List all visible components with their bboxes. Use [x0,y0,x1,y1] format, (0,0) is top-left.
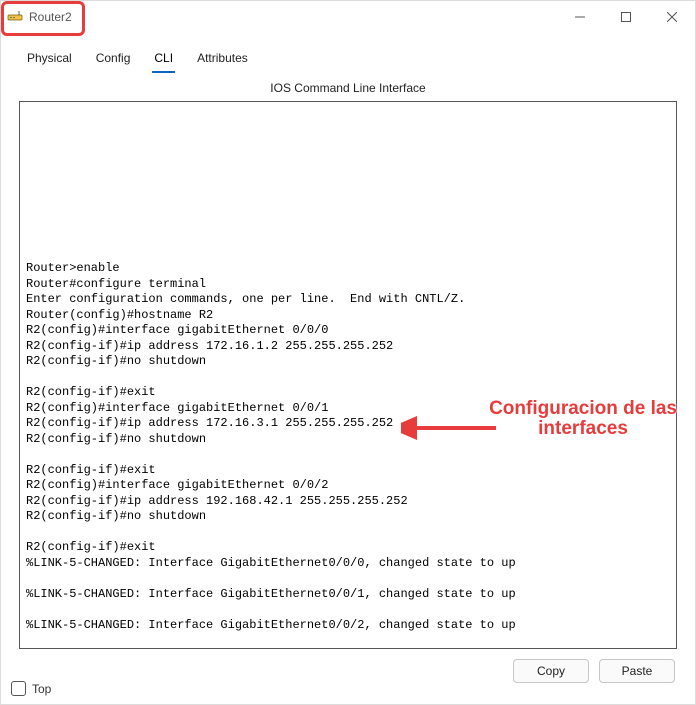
tab-bar: Physical Config CLI Attributes [15,39,681,73]
tab-physical[interactable]: Physical [25,47,74,73]
router-icon [7,9,23,25]
cli-pane-title: IOS Command Line Interface [15,81,681,95]
top-checkbox[interactable] [11,681,26,696]
window-title: Router2 [29,10,72,24]
titlebar: Router2 [1,1,695,33]
minimize-button[interactable] [557,1,603,33]
maximize-button[interactable] [603,1,649,33]
tab-attributes[interactable]: Attributes [195,47,250,73]
top-checkbox-label: Top [32,682,51,696]
tab-cli[interactable]: CLI [152,47,175,73]
cli-terminal[interactable]: Router>enable Router#configure terminal … [19,101,677,649]
app-window: Router2 Physical Config CLI Attributes I… [0,0,696,705]
paste-button[interactable]: Paste [599,659,675,683]
close-button[interactable] [649,1,695,33]
copy-button[interactable]: Copy [513,659,589,683]
tab-config[interactable]: Config [94,47,133,73]
